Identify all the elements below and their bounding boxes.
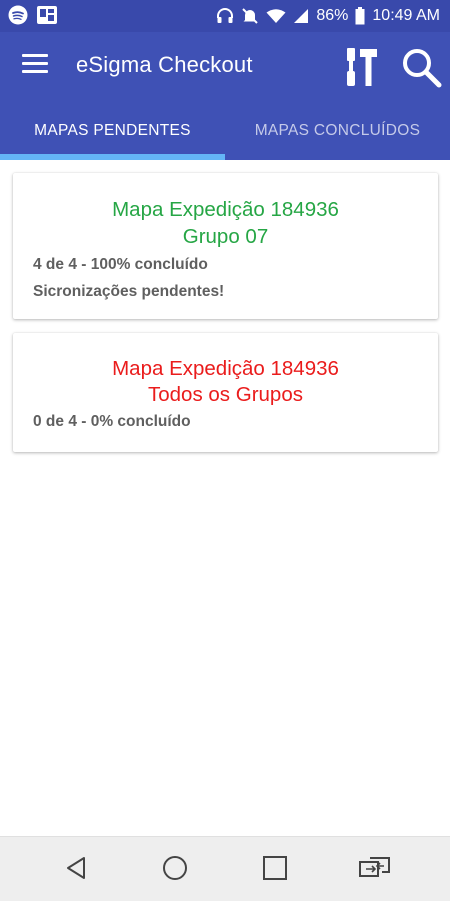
tools-icon[interactable] bbox=[344, 46, 380, 88]
tab-bar: MAPAS PENDENTES MAPAS CONCLUÍDOS bbox=[0, 102, 450, 160]
wifi-icon bbox=[266, 9, 286, 23]
switch-app-icon[interactable] bbox=[358, 853, 392, 883]
recents-icon[interactable] bbox=[260, 853, 290, 883]
spotify-icon bbox=[8, 5, 28, 25]
status-right: 86% 10:49 AM bbox=[216, 0, 440, 32]
card-progress: 4 de 4 - 100% concluído bbox=[33, 256, 208, 273]
signal-icon bbox=[294, 9, 309, 23]
tab-mapas-pendentes[interactable]: MAPAS PENDENTES bbox=[0, 102, 225, 160]
battery-icon bbox=[355, 7, 365, 25]
menu-icon[interactable] bbox=[22, 54, 48, 76]
app-bar: eSigma Checkout bbox=[0, 32, 450, 102]
battery-percent: 86% bbox=[316, 7, 349, 24]
mute-icon bbox=[242, 8, 259, 24]
status-bar: 86% 10:49 AM bbox=[0, 0, 450, 32]
search-icon[interactable] bbox=[400, 46, 442, 88]
tab-indicator bbox=[0, 154, 225, 160]
back-icon[interactable] bbox=[62, 853, 92, 883]
app-title: eSigma Checkout bbox=[76, 52, 253, 77]
map-card[interactable]: Mapa Expedição 184936 Todos os Grupos 0 … bbox=[13, 333, 438, 452]
card-subtitle: Grupo 07 bbox=[182, 225, 269, 248]
headphones-icon bbox=[217, 8, 234, 23]
card-title: Mapa Expedição 184936 bbox=[112, 198, 339, 221]
home-icon[interactable] bbox=[160, 853, 190, 883]
tab-mapas-concluidos[interactable]: MAPAS CONCLUÍDOS bbox=[225, 102, 450, 160]
system-nav-bar bbox=[0, 836, 450, 901]
card-sync-note: Sicronizações pendentes! bbox=[33, 283, 225, 300]
map-card[interactable]: Mapa Expedição 184936 Grupo 07 4 de 4 - … bbox=[13, 173, 438, 319]
card-title: Mapa Expedição 184936 bbox=[112, 357, 339, 380]
status-left bbox=[8, 5, 58, 25]
sim-card-icon bbox=[37, 6, 57, 24]
card-subtitle: Todos os Grupos bbox=[148, 383, 303, 406]
status-time: 10:49 AM bbox=[372, 7, 440, 24]
card-progress: 0 de 4 - 0% concluído bbox=[33, 413, 191, 430]
